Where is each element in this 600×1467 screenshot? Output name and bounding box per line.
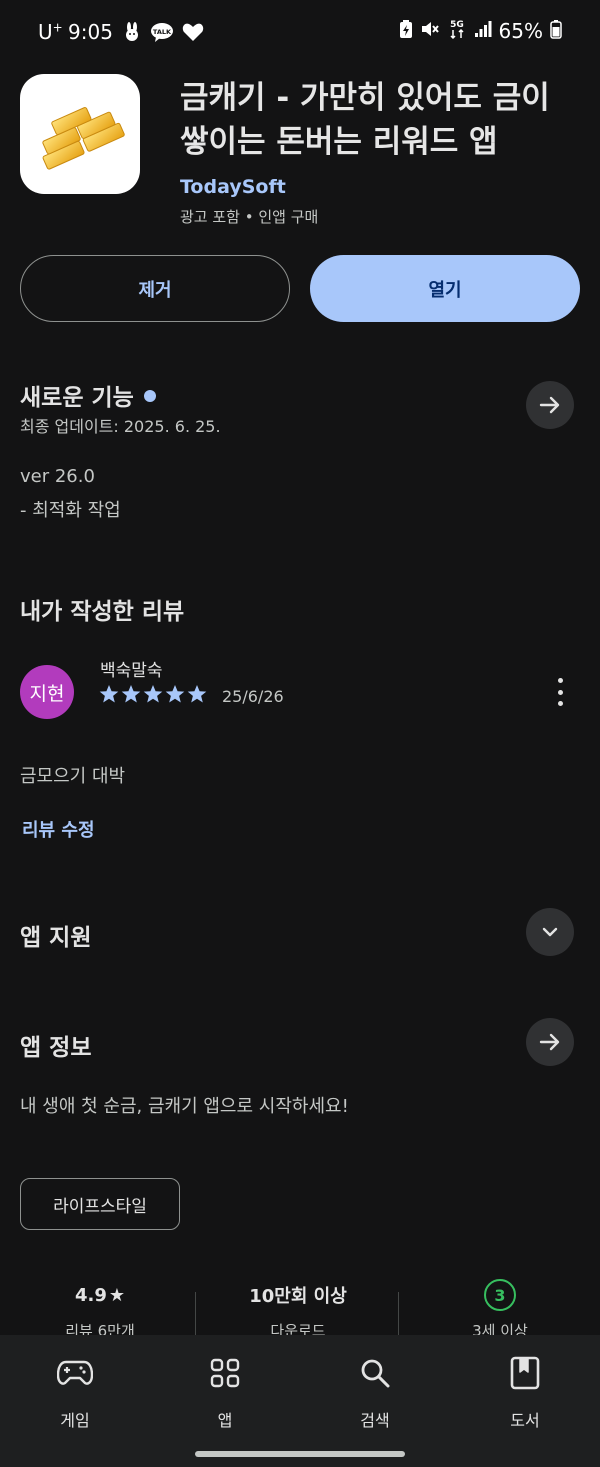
battery-percent: 65% [498, 19, 543, 43]
star-icon [99, 685, 119, 703]
stat-divider [195, 1292, 196, 1340]
nav-books[interactable]: 도서 [450, 1335, 600, 1445]
star-icon [121, 685, 141, 703]
version-text: ver 26.0 [20, 466, 95, 487]
carrier-label: U+ [38, 20, 63, 44]
heart-icon [182, 22, 204, 46]
nav-books-label: 도서 [510, 1411, 540, 1430]
star-icon: ★ [108, 1284, 126, 1306]
status-time: 9:05 [68, 20, 113, 44]
whats-new-title-text: 새로운 기능 [20, 385, 134, 411]
nav-apps[interactable]: 앱 [150, 1335, 300, 1445]
nav-apps-icon-wrap [210, 1355, 240, 1391]
nav-books-icon-wrap [510, 1355, 540, 1391]
star-rating [99, 684, 207, 704]
nav-search-icon-wrap [359, 1355, 391, 1391]
more-vert-dot [557, 689, 563, 695]
status-bar: U+ 9:05 TALK 5G 65% [0, 0, 600, 66]
nav-search[interactable]: 검색 [300, 1335, 450, 1445]
arrow-right-icon [539, 1033, 560, 1051]
stat-downloads: 10만회 이상 다운로드 [198, 1280, 398, 1341]
bottom-navigation: 게임 앱 검색 도서 [0, 1335, 600, 1467]
nav-games-icon-wrap [57, 1355, 93, 1391]
star-icon [165, 685, 185, 703]
app-info-title[interactable]: 앱 정보 [20, 1028, 92, 1062]
app-info-arrow-button[interactable] [526, 1018, 574, 1066]
svg-text:5G: 5G [450, 20, 464, 30]
network-5g-icon: 5G [447, 18, 467, 44]
last-updated: 최종 업데이트: 2025. 6. 25. [20, 417, 221, 436]
gold-bars-icon [42, 107, 125, 170]
app-support-expand-button[interactable] [526, 908, 574, 956]
app-title: 금캐기 - 가만히 있어도 금이 쌓이는 돈버는 리워드 앱 [180, 80, 550, 160]
more-vert-icon [557, 678, 563, 683]
mute-icon [420, 19, 440, 43]
stat-age-value-row: 3 [400, 1279, 600, 1311]
app-meta: 광고 포함 • 인앱 구매 [180, 208, 319, 226]
stat-divider [398, 1292, 399, 1340]
whats-new-arrow-button[interactable] [526, 381, 574, 429]
whats-new-title[interactable]: 새로운 기능 [20, 378, 156, 412]
nav-games-label: 게임 [60, 1411, 90, 1430]
battery-icon [550, 19, 562, 43]
app-icon [20, 74, 140, 194]
star-icon [187, 685, 207, 703]
stat-rating: 4.9 ★ 리뷰 6만개 [0, 1280, 200, 1341]
reviewer-name: 백숙말숙 [100, 661, 163, 681]
nav-search-label: 검색 [360, 1411, 390, 1430]
app-description: 내 생애 첫 순금, 금캐기 앱으로 시작하세요! [20, 1096, 349, 1117]
stat-rating-value: 4.9 [74, 1284, 107, 1306]
review-date: 25/6/26 [222, 687, 284, 706]
developer-link[interactable]: TodaySoft [180, 176, 286, 198]
status-system-icons: 5G 65% [399, 18, 562, 44]
new-indicator-dot [143, 389, 156, 402]
talk-icon: TALK [150, 22, 174, 46]
edit-review-link[interactable]: 리뷰 수정 [22, 816, 95, 842]
more-options-button[interactable] [548, 676, 572, 708]
nav-games[interactable]: 게임 [0, 1335, 150, 1445]
signal-icon [474, 20, 492, 42]
app-support-title[interactable]: 앱 지원 [20, 918, 92, 952]
stat-rating-value-row: 4.9 ★ [0, 1280, 200, 1310]
remove-button[interactable]: 제거 [20, 255, 290, 322]
review-text: 금모으기 대박 [20, 766, 126, 787]
stat-age: 3 3세 이상 [400, 1279, 600, 1341]
svg-text:TALK: TALK [153, 28, 172, 36]
app-stats: 4.9 ★ 리뷰 6만개 10만회 이상 다운로드 3 3세 이상 [0, 1279, 600, 1341]
home-indicator[interactable] [195, 1451, 405, 1457]
my-review-title: 내가 작성한 리뷰 [20, 599, 185, 625]
age-rating-badge: 3 [484, 1279, 516, 1311]
gamepad-icon [57, 1360, 93, 1385]
star-icon [143, 685, 163, 703]
rabbit-icon [122, 22, 142, 46]
open-button[interactable]: 열기 [310, 255, 580, 322]
apps-grid-icon [210, 1358, 240, 1388]
chevron-down-icon [542, 927, 558, 937]
nav-apps-label: 앱 [217, 1411, 233, 1430]
stat-downloads-value: 10만회 이상 [249, 1286, 347, 1307]
arrow-right-icon [539, 396, 560, 414]
battery-saver-icon [399, 19, 413, 43]
book-icon [510, 1356, 540, 1390]
avatar: 지현 [20, 665, 74, 719]
category-chip[interactable]: 라이프스타일 [20, 1178, 180, 1230]
more-vert-dot [557, 701, 563, 706]
search-icon [361, 1359, 390, 1388]
release-notes: - 최적화 작업 [20, 500, 121, 521]
status-notification-icons: TALK [122, 22, 204, 46]
